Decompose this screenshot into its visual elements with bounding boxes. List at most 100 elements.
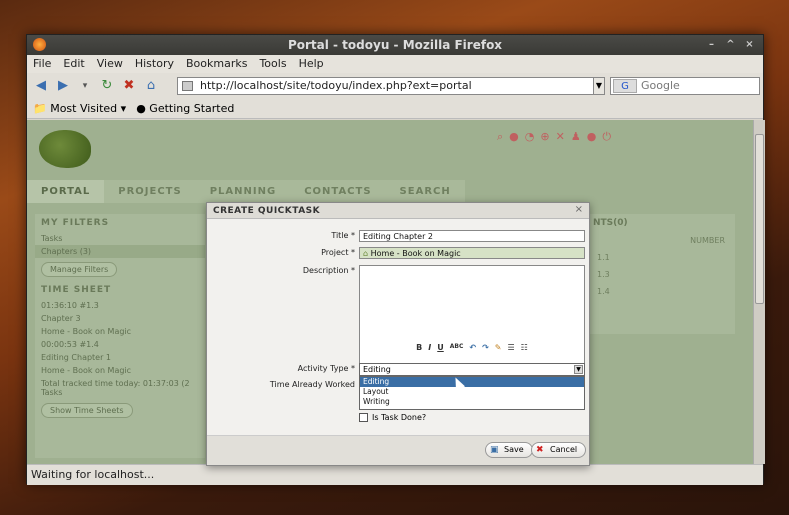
- redo-icon[interactable]: ↷: [482, 343, 489, 357]
- back-icon[interactable]: ◀: [33, 78, 49, 94]
- total-tracked-time: Total tracked time today: 01:37:03 (2 Ta…: [41, 379, 190, 397]
- todoyu-logo: [39, 130, 91, 168]
- tab-portal[interactable]: PORTAL: [27, 180, 105, 203]
- url-bar[interactable]: http://localhost/site/todoyu/index.php?e…: [177, 77, 597, 95]
- tab-search[interactable]: SEARCH: [385, 180, 465, 203]
- activity-selected-value: Editing: [363, 365, 391, 374]
- tasks-label: Tasks: [41, 234, 63, 243]
- option-editing[interactable]: Editing: [360, 377, 584, 387]
- status-bar: Waiting for localhost...: [27, 464, 763, 485]
- number-label: NUMBER: [690, 236, 725, 245]
- right-panel: NTS(0) NUMBER 1.1 1.3 1.4: [587, 214, 735, 334]
- search-engine-icon[interactable]: G: [613, 79, 637, 93]
- bold-button[interactable]: B: [416, 343, 422, 357]
- url-dropdown-button[interactable]: ▼: [593, 77, 605, 95]
- navigation-toolbar: ◀ ▶ ▾ ↻ ✖ ⌂ http://localhost/site/todoyu…: [27, 73, 763, 99]
- bookmark-most-visited[interactable]: 📁 Most Visited ▾: [33, 99, 126, 118]
- cleanup-icon[interactable]: ✎: [495, 343, 502, 357]
- bookmark-getting-started[interactable]: ● Getting Started: [136, 99, 234, 118]
- tab-planning[interactable]: PLANNING: [195, 180, 291, 203]
- vertical-scrollbar[interactable]: [753, 120, 765, 464]
- right-panel-header: NTS(0): [593, 218, 628, 228]
- italic-button[interactable]: I: [428, 343, 431, 357]
- timer-icon[interactable]: ◔: [525, 130, 535, 144]
- left-panel: MY FILTERS Tasks Chapters (3) Manage Fil…: [35, 214, 205, 458]
- option-writing[interactable]: Writing: [360, 397, 584, 407]
- title-label: Title *: [331, 231, 355, 240]
- menu-history[interactable]: History: [135, 55, 174, 73]
- project-input[interactable]: ⌂ Home - Book on Magic: [359, 247, 585, 259]
- bookmark-label: Most Visited: [50, 102, 118, 115]
- logout-icon[interactable]: ⏻: [602, 130, 611, 144]
- tasks-icon[interactable]: ●: [509, 130, 519, 144]
- search-placeholder: Google: [641, 79, 680, 92]
- undo-icon[interactable]: ↶: [469, 343, 476, 357]
- timesheet-title: TIME SHEET: [41, 285, 112, 295]
- search-bar[interactable]: G Google: [610, 77, 760, 95]
- user-icon[interactable]: ♟: [571, 130, 581, 144]
- table-row[interactable]: 1.1: [587, 249, 735, 266]
- status-text: Waiting for localhost...: [31, 468, 155, 481]
- time-worked-label: Time Already Worked: [269, 380, 355, 389]
- tasks-filter-row[interactable]: Chapters (3): [35, 245, 205, 258]
- activity-type-select[interactable]: Editing ▼: [359, 363, 585, 376]
- menu-file[interactable]: File: [33, 55, 51, 73]
- show-time-sheets-button[interactable]: Show Time Sheets: [41, 403, 133, 418]
- tab-projects[interactable]: PROJECTS: [104, 180, 196, 203]
- entry1-task[interactable]: Chapter 3: [35, 312, 205, 325]
- numbered-list-icon[interactable]: ☷: [521, 343, 528, 357]
- search-icon[interactable]: ⌕: [497, 130, 503, 144]
- tab-contacts[interactable]: CONTACTS: [290, 180, 386, 203]
- scrollbar-thumb[interactable]: [755, 134, 764, 304]
- entry2-task[interactable]: Editing Chapter 1: [35, 351, 205, 364]
- cancel-label: Cancel: [550, 445, 578, 454]
- dialog-close-icon[interactable]: ×: [575, 204, 583, 215]
- bookmarks-toolbar: 📁 Most Visited ▾ ● Getting Started: [27, 99, 763, 119]
- option-layout[interactable]: Layout: [360, 387, 584, 397]
- menu-bookmarks[interactable]: Bookmarks: [186, 55, 247, 73]
- cancel-button[interactable]: ✖ Cancel: [531, 442, 587, 458]
- tools-icon[interactable]: ✕: [556, 130, 565, 144]
- reload-icon[interactable]: ↻: [99, 78, 115, 94]
- underline-button[interactable]: U: [437, 343, 444, 357]
- cancel-icon: ✖: [536, 445, 544, 455]
- add-icon[interactable]: ⊕: [540, 130, 549, 144]
- info-icon[interactable]: ●: [587, 130, 597, 144]
- page-favicon-icon: [182, 81, 193, 91]
- home-icon[interactable]: ⌂: [143, 78, 159, 94]
- row-number: 1.1: [597, 253, 610, 262]
- entry2-project: Home - Book on Magic: [41, 366, 132, 375]
- menu-view[interactable]: View: [97, 55, 123, 73]
- title-input[interactable]: Editing Chapter 2: [359, 230, 585, 242]
- row-number: 1.3: [597, 270, 610, 279]
- history-dropdown-icon[interactable]: ▾: [77, 78, 93, 94]
- save-button[interactable]: ▣ Save: [485, 442, 533, 458]
- title-bar: Portal - todoyu - Mozilla Firefox – ^ ×: [27, 35, 763, 55]
- forward-icon[interactable]: ▶: [55, 78, 71, 94]
- task-done-checkbox[interactable]: Is Task Done?: [359, 413, 426, 422]
- bullet-list-icon[interactable]: ☰: [507, 343, 514, 357]
- menu-edit[interactable]: Edit: [63, 55, 84, 73]
- entry1-time: 01:36:10 #1.3: [41, 301, 99, 310]
- url-text: http://localhost/site/todoyu/index.php?e…: [200, 79, 472, 92]
- chevron-down-icon[interactable]: ▼: [574, 365, 583, 374]
- filters-title: MY FILTERS: [41, 218, 110, 228]
- dialog-title: CREATE QUICKTASK: [207, 203, 589, 219]
- minimize-button[interactable]: –: [704, 38, 719, 52]
- bookmark-label: Getting Started: [149, 102, 235, 115]
- close-window-button[interactable]: ×: [742, 38, 757, 52]
- checkbox-box[interactable]: [359, 413, 368, 422]
- entry2-time: 00:00:53 #1.4: [41, 340, 99, 349]
- table-row[interactable]: 1.3: [587, 266, 735, 283]
- rich-text-toolbar: B I U ABC ↶ ↷ ✎ ☰ ☷: [359, 343, 585, 357]
- row-number: 1.4: [597, 287, 610, 296]
- table-row[interactable]: 1.4: [587, 283, 735, 300]
- maximize-button[interactable]: ^: [723, 38, 738, 52]
- stop-icon[interactable]: ✖: [121, 78, 137, 94]
- manage-filters-button[interactable]: Manage Filters: [41, 262, 118, 277]
- menu-help[interactable]: Help: [299, 55, 324, 73]
- menu-tools[interactable]: Tools: [259, 55, 286, 73]
- firefox-icon: [33, 38, 46, 51]
- strikethrough-button[interactable]: ABC: [450, 343, 464, 357]
- main-tabs: PORTAL PROJECTS PLANNING CONTACTS SEARCH: [27, 180, 465, 203]
